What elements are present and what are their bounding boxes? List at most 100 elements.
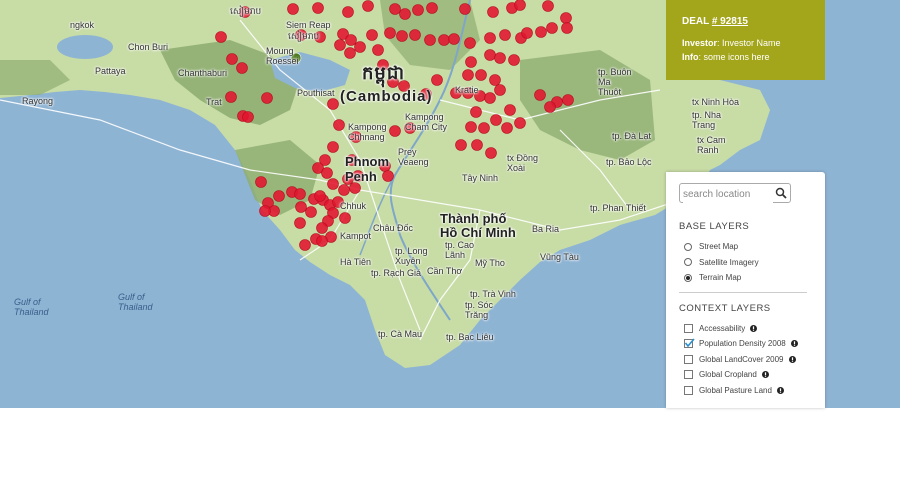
deal-marker[interactable] — [448, 33, 460, 45]
deal-marker[interactable] — [514, 117, 526, 129]
deal-marker[interactable] — [334, 39, 346, 51]
base-layer-option[interactable]: Street Map — [679, 239, 813, 255]
deal-marker[interactable] — [294, 217, 306, 229]
deal-marker[interactable] — [487, 6, 499, 18]
deal-marker[interactable] — [399, 8, 411, 20]
info-icon[interactable] — [750, 324, 758, 332]
info-icon[interactable] — [761, 371, 769, 379]
deal-marker[interactable] — [255, 176, 267, 188]
deal-marker[interactable] — [465, 56, 477, 68]
deal-marker[interactable] — [542, 0, 554, 12]
deal-marker[interactable] — [321, 167, 333, 179]
deal-marker[interactable] — [261, 92, 273, 104]
info-icon[interactable] — [776, 386, 784, 394]
deal-marker[interactable] — [366, 29, 378, 41]
deal-marker[interactable] — [462, 69, 474, 81]
deal-marker[interactable] — [409, 29, 421, 41]
deal-marker[interactable] — [396, 30, 408, 42]
deal-marker[interactable] — [455, 139, 467, 151]
deal-marker[interactable] — [484, 32, 496, 44]
deal-marker[interactable] — [494, 84, 506, 96]
deal-marker[interactable] — [562, 94, 574, 106]
checkbox[interactable] — [684, 354, 693, 364]
deal-marker[interactable] — [412, 4, 424, 16]
deal-marker[interactable] — [424, 34, 436, 46]
deal-marker[interactable] — [333, 119, 345, 131]
deal-marker[interactable] — [471, 139, 483, 151]
deal-marker[interactable] — [314, 190, 326, 202]
deal-marker[interactable] — [485, 147, 497, 159]
search-box[interactable] — [679, 183, 791, 203]
deal-marker[interactable] — [544, 101, 556, 113]
deal-marker[interactable] — [316, 235, 328, 247]
deal-marker[interactable] — [561, 22, 573, 34]
deal-marker[interactable] — [484, 49, 496, 61]
deal-marker[interactable] — [534, 89, 546, 101]
deal-marker[interactable] — [501, 122, 513, 134]
deal-marker[interactable] — [389, 125, 401, 137]
deal-marker[interactable] — [327, 178, 339, 190]
deal-marker[interactable] — [535, 26, 547, 38]
context-layer-option[interactable]: Global LandCover 2009 — [679, 352, 813, 368]
deal-marker[interactable] — [426, 2, 438, 14]
deal-marker[interactable] — [354, 41, 366, 53]
deal-marker[interactable] — [312, 2, 324, 14]
deal-marker[interactable] — [489, 74, 501, 86]
deal-marker[interactable] — [339, 212, 351, 224]
deal-marker[interactable] — [342, 6, 354, 18]
deal-marker[interactable] — [259, 205, 271, 217]
base-layer-option[interactable]: Satellite Imagery — [679, 255, 813, 271]
info-icon[interactable] — [790, 340, 798, 348]
checkbox[interactable] — [684, 323, 693, 333]
checkbox[interactable] — [684, 338, 695, 349]
deal-marker[interactable] — [305, 206, 317, 218]
deal-marker[interactable] — [287, 3, 299, 15]
deal-marker[interactable] — [384, 27, 396, 39]
deal-marker[interactable] — [494, 52, 506, 64]
deal-marker[interactable] — [372, 44, 384, 56]
deal-marker[interactable] — [299, 239, 311, 251]
deal-marker[interactable] — [475, 69, 487, 81]
deal-marker[interactable] — [465, 121, 477, 133]
deal-marker[interactable] — [242, 111, 254, 123]
deal-marker[interactable] — [345, 34, 357, 46]
context-layer-option[interactable]: Global Cropland — [679, 367, 813, 383]
search-icon[interactable] — [775, 187, 787, 199]
deal-marker[interactable] — [521, 27, 533, 39]
deal-marker[interactable] — [431, 74, 443, 86]
deal-marker[interactable] — [514, 0, 526, 11]
deal-marker[interactable] — [490, 114, 502, 126]
deal-marker[interactable] — [438, 34, 450, 46]
deal-marker[interactable] — [478, 122, 490, 134]
checkbox[interactable] — [684, 370, 693, 380]
deal-marker[interactable] — [508, 54, 520, 66]
context-layer-option[interactable]: Accessability — [679, 321, 813, 337]
context-layer-option[interactable]: Population Density 2008 — [679, 336, 813, 352]
deal-marker[interactable] — [327, 98, 339, 110]
deal-marker[interactable] — [295, 201, 307, 213]
deal-marker[interactable] — [362, 0, 374, 12]
base-layer-option[interactable]: Terrain Map — [679, 270, 813, 286]
deal-marker[interactable] — [344, 47, 356, 59]
deal-marker[interactable] — [470, 106, 482, 118]
search-input[interactable] — [683, 186, 773, 203]
deal-marker[interactable] — [464, 37, 476, 49]
deal-marker[interactable] — [459, 3, 471, 15]
deal-marker[interactable] — [349, 182, 361, 194]
deal-marker[interactable] — [327, 141, 339, 153]
deal-marker[interactable] — [215, 31, 227, 43]
info-icon[interactable] — [788, 355, 796, 363]
deal-marker[interactable] — [273, 190, 285, 202]
deal-marker[interactable] — [504, 104, 516, 116]
deal-marker[interactable] — [225, 91, 237, 103]
deal-marker[interactable] — [560, 12, 572, 24]
deal-marker[interactable] — [236, 62, 248, 74]
deal-marker[interactable] — [546, 22, 558, 34]
deal-marker[interactable] — [226, 53, 238, 65]
deal-marker[interactable] — [316, 222, 328, 234]
checkbox[interactable] — [684, 385, 693, 395]
context-layer-option[interactable]: Global Pasture Land — [679, 383, 813, 399]
radio-button[interactable] — [684, 258, 692, 267]
radio-button[interactable] — [684, 273, 692, 282]
deal-marker[interactable] — [338, 184, 350, 196]
